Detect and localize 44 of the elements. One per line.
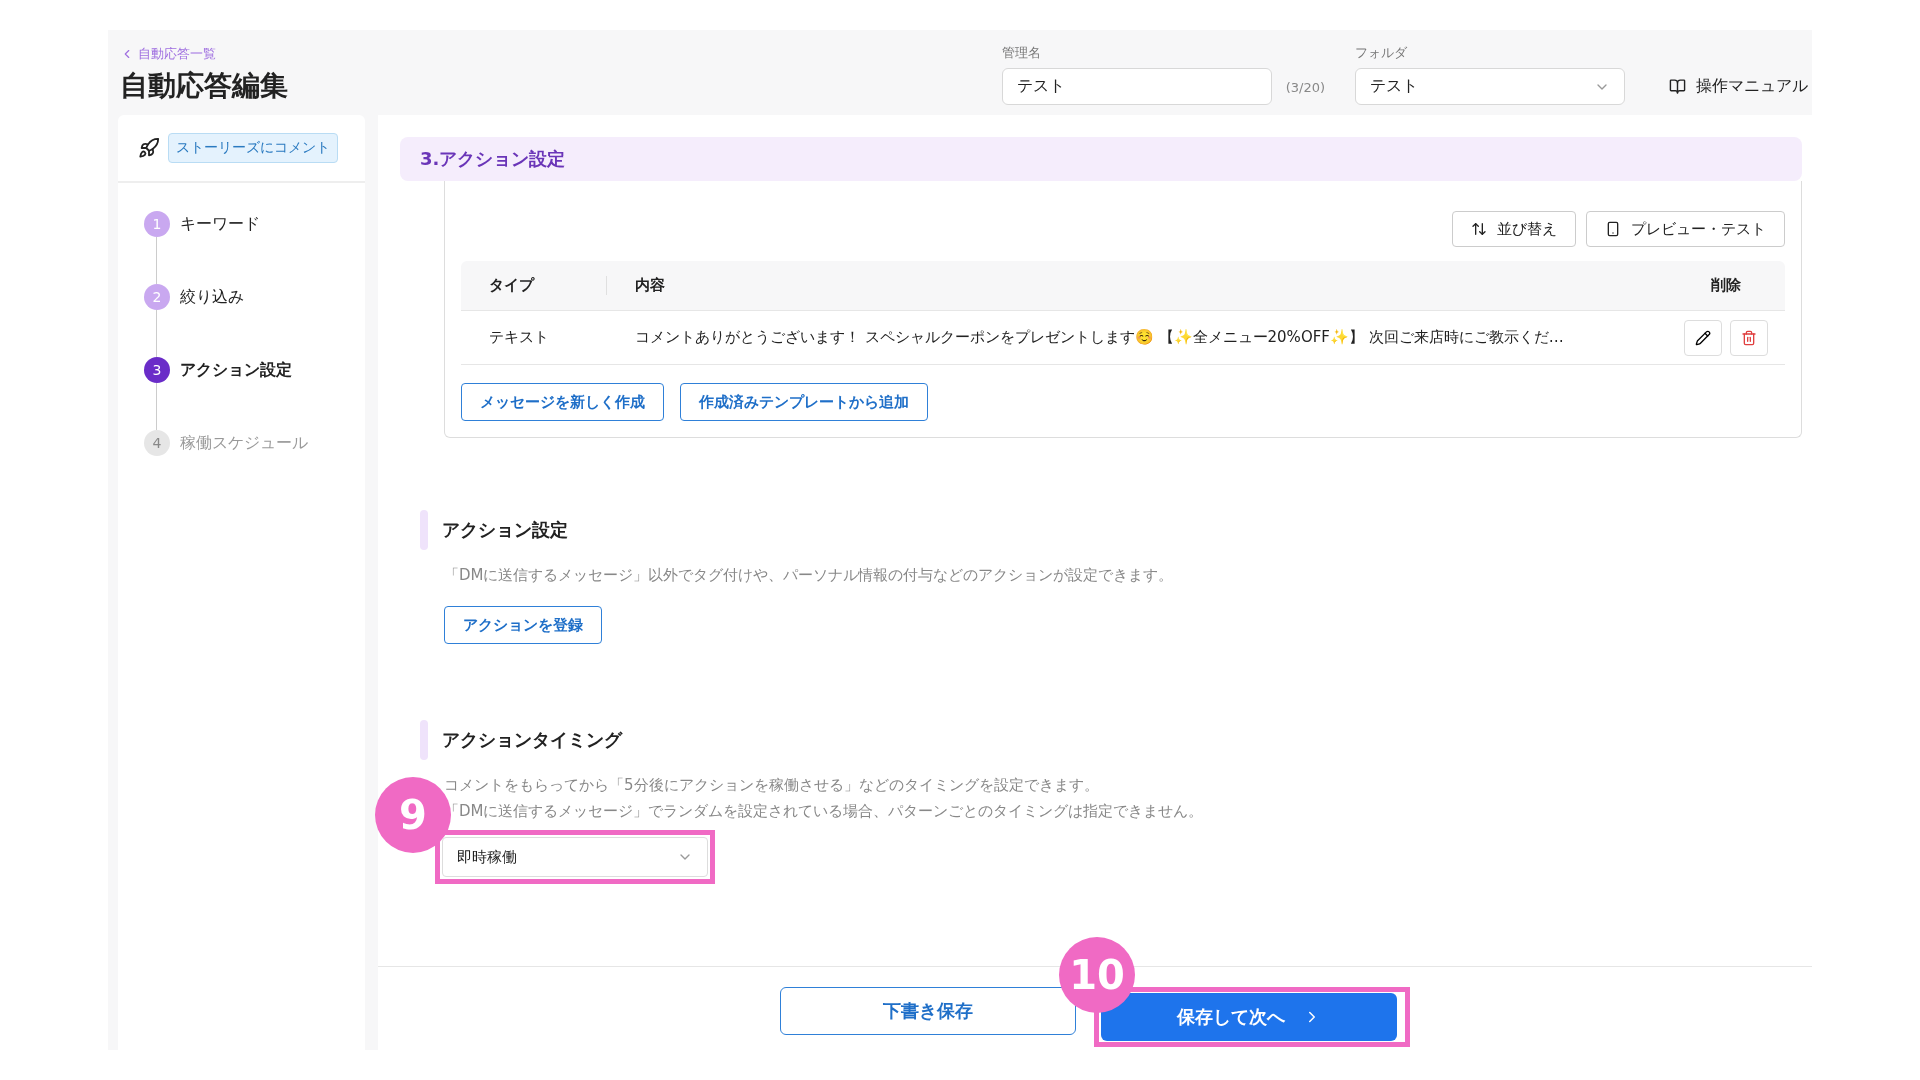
character-count: (3/20) <box>1285 80 1325 95</box>
rocket-icon <box>138 137 160 159</box>
field-label: 管理名 <box>1001 44 1042 62</box>
table-cell-text: テキスト <box>488 328 550 347</box>
save-next-button[interactable]: 保存して次へ <box>1101 993 1397 1041</box>
phone-icon <box>1605 221 1621 237</box>
name-input[interactable]: テスト <box>1001 68 1272 105</box>
step-label[interactable]: キーワード <box>180 213 260 235</box>
template-button[interactable]: 作成済みテンプレートから追加 <box>680 383 928 421</box>
delete-button[interactable] <box>1730 319 1768 356</box>
book-icon <box>1669 78 1686 95</box>
field-label: フォルダ <box>1355 44 1408 62</box>
register-action-button[interactable]: アクションを登録 <box>444 606 602 644</box>
back-link[interactable]: 自動応答一覧 <box>120 45 988 63</box>
step-label[interactable]: アクション設定 <box>180 359 292 381</box>
section-header: 3.アクション設定 <box>400 137 1802 181</box>
section-title: アクション設定 <box>442 518 568 542</box>
column-header: 削除 <box>1710 276 1742 295</box>
pencil-icon <box>1695 329 1711 346</box>
new-message-button[interactable]: メッセージを新しく作成 <box>461 383 664 421</box>
folder-select[interactable]: テスト <box>1355 68 1625 105</box>
step-number: 4 <box>144 430 170 456</box>
section-accent-bar <box>420 720 428 760</box>
timing-select[interactable]: 即時稼働 <box>442 837 708 877</box>
section-title: アクションタイミング <box>442 728 622 752</box>
section-accent-bar <box>420 510 428 550</box>
column-header: タイプ <box>461 276 607 295</box>
step-number: 3 <box>144 357 170 383</box>
page-title: 自動応答編集 <box>120 68 289 104</box>
manual-link[interactable]: 操作マニュアル <box>1669 76 1808 97</box>
trash-icon <box>1741 329 1757 346</box>
step-badge: 10 <box>1059 937 1135 1013</box>
step-label[interactable]: 絞り込み <box>180 286 244 308</box>
section-description: 「DMに送信するメッセージ」以外でタグ付けや、パーソナル情報の付与などのアクションが設定できます。 <box>444 565 1175 586</box>
column-header: 内容 <box>634 276 666 295</box>
table-cell-text: コメントありがとうございます！ スペシャルクーポンをプレゼントします☺ 【✨全メニュー20%OFF✨】 次回ご来店時にご教示くだ… <box>634 328 1565 347</box>
step-number: 1 <box>144 211 170 237</box>
section-description: コメントをもらってから「5分後にアクションを稼働させる」などのタイミングを設定できます。 「DMに送信するメッセージ」でランダムを設定されている場合、パターンごとのタイミングは指定できません。 <box>444 775 1205 822</box>
preview-button[interactable]: プレビュー・テスト <box>1586 211 1785 247</box>
step-number: 2 <box>144 284 170 310</box>
sort-button[interactable]: 並び替え <box>1452 211 1576 247</box>
trigger-tag: ストーリーズにコメント <box>168 133 338 163</box>
edit-button[interactable] <box>1684 319 1722 356</box>
sort-icon <box>1471 221 1487 237</box>
